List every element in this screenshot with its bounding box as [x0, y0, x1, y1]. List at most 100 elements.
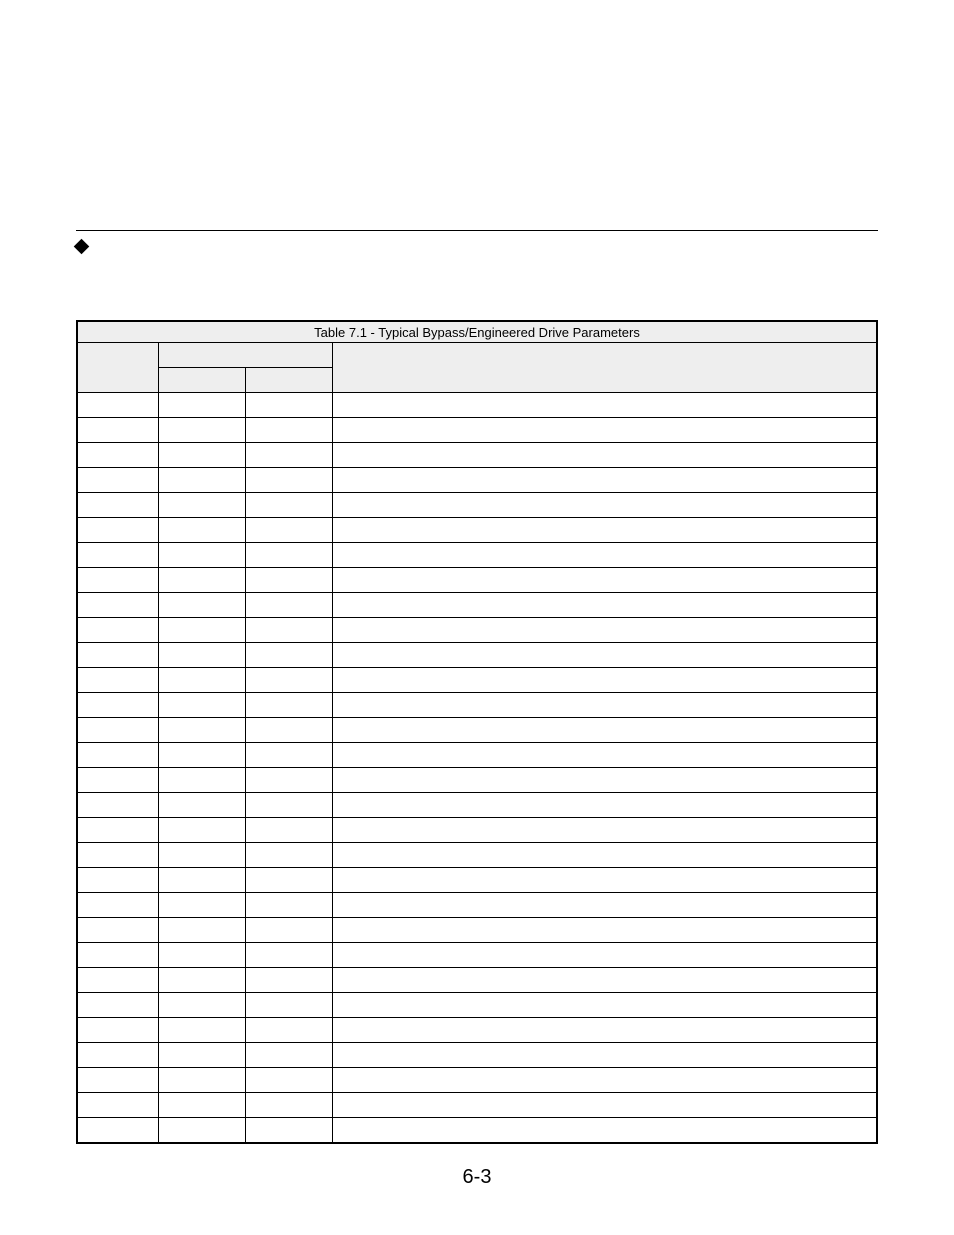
table-cell	[246, 1018, 333, 1043]
table-row	[77, 818, 877, 843]
table-cell	[77, 568, 159, 593]
table-row	[77, 943, 877, 968]
table-cell	[159, 668, 246, 693]
table-cell	[77, 518, 159, 543]
table-cell	[246, 443, 333, 468]
table-cell	[159, 1043, 246, 1068]
table-row	[77, 418, 877, 443]
table-row	[77, 893, 877, 918]
table-row	[77, 1068, 877, 1093]
table-cell	[246, 418, 333, 443]
table-cell	[159, 568, 246, 593]
table-cell	[159, 718, 246, 743]
table-row	[77, 568, 877, 593]
table-cell	[77, 643, 159, 668]
table-cell	[77, 868, 159, 893]
table-cell	[333, 768, 878, 793]
table-cell	[77, 618, 159, 643]
table-cell	[77, 918, 159, 943]
table-row	[77, 643, 877, 668]
table-row	[77, 1018, 877, 1043]
table-cell	[333, 643, 878, 668]
table-cell	[246, 668, 333, 693]
table-cell	[246, 868, 333, 893]
table-cell	[333, 443, 878, 468]
table-cell	[333, 718, 878, 743]
table-cell	[333, 1018, 878, 1043]
table-row	[77, 593, 877, 618]
table-row	[77, 493, 877, 518]
table-row	[77, 1093, 877, 1118]
table-cell	[246, 518, 333, 543]
table-cell	[159, 443, 246, 468]
table-cell	[246, 393, 333, 418]
table-cell	[333, 468, 878, 493]
table-cell	[159, 843, 246, 868]
col-header-2	[159, 368, 246, 393]
table-row	[77, 718, 877, 743]
table-cell	[77, 943, 159, 968]
table-cell	[333, 618, 878, 643]
table-row	[77, 868, 877, 893]
table-cell	[159, 418, 246, 443]
table-row	[77, 668, 877, 693]
table-row	[77, 468, 877, 493]
table-cell	[159, 518, 246, 543]
table-cell	[333, 743, 878, 768]
table-caption: Table 7.1 - Typical Bypass/Engineered Dr…	[77, 321, 877, 343]
table-cell	[77, 743, 159, 768]
table-cell	[77, 843, 159, 868]
table-cell	[77, 1068, 159, 1093]
table-cell	[77, 668, 159, 693]
col-header-1	[77, 343, 159, 393]
table-cell	[159, 493, 246, 518]
table-cell	[333, 793, 878, 818]
table-cell	[333, 393, 878, 418]
table-row	[77, 393, 877, 418]
table-cell	[159, 468, 246, 493]
table-cell	[246, 1093, 333, 1118]
table-cell	[77, 693, 159, 718]
table-cell	[77, 818, 159, 843]
table-cell	[246, 693, 333, 718]
table-cell	[333, 493, 878, 518]
table-row	[77, 693, 877, 718]
table-cell	[246, 618, 333, 643]
table-cell	[159, 1068, 246, 1093]
table-cell	[246, 493, 333, 518]
table-cell	[333, 893, 878, 918]
table-cell	[159, 968, 246, 993]
table-cell	[159, 868, 246, 893]
table-row	[77, 918, 877, 943]
table-cell	[246, 818, 333, 843]
table-cell	[333, 1118, 878, 1144]
table-cell	[246, 1068, 333, 1093]
table-cell	[333, 818, 878, 843]
diamond-icon	[74, 239, 90, 255]
table-cell	[159, 818, 246, 843]
table-cell	[77, 893, 159, 918]
table-row	[77, 793, 877, 818]
table-cell	[77, 968, 159, 993]
table-cell	[77, 1093, 159, 1118]
table-row	[77, 768, 877, 793]
table-cell	[246, 543, 333, 568]
table-cell	[246, 968, 333, 993]
table-cell	[77, 418, 159, 443]
table-cell	[333, 993, 878, 1018]
table-cell	[77, 593, 159, 618]
table-cell	[77, 1118, 159, 1144]
table-row	[77, 1043, 877, 1068]
table-cell	[159, 768, 246, 793]
table-cell	[159, 943, 246, 968]
table-cell	[333, 1043, 878, 1068]
table-cell	[246, 993, 333, 1018]
table-cell	[159, 393, 246, 418]
table-cell	[246, 643, 333, 668]
table-cell	[159, 743, 246, 768]
table-cell	[333, 693, 878, 718]
table-cell	[333, 918, 878, 943]
table-cell	[77, 1018, 159, 1043]
table-cell	[77, 793, 159, 818]
table-cell	[77, 993, 159, 1018]
